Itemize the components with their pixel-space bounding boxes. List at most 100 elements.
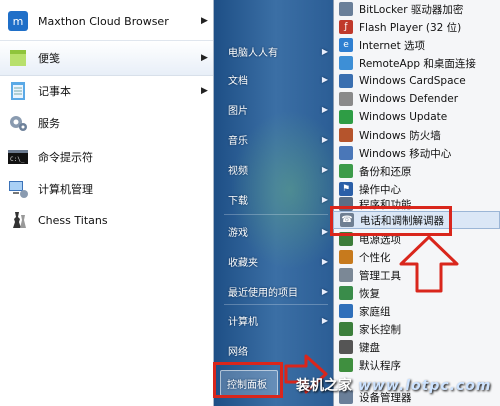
menu-item-control-panel[interactable]: 控制面板 xyxy=(220,370,278,396)
submenu-item-remoteapp[interactable]: RemoteApp 和桌面连接 xyxy=(333,54,500,72)
menu-label: 收藏夹 xyxy=(228,257,258,269)
recovery-icon xyxy=(339,286,353,300)
program-maxthon-cloud-browser[interactable]: m Maxthon Cloud Browser ▶ xyxy=(0,4,213,38)
submenu-item-keyboard[interactable]: 键盘 xyxy=(333,338,500,356)
submenu-item-backup-restore[interactable]: 备份和还原 xyxy=(333,162,500,180)
program-label: 记事本 xyxy=(38,85,71,98)
annotation-up-arrow-icon xyxy=(399,235,459,293)
command-prompt-icon: C:\_ xyxy=(6,145,30,169)
watermark-text: 装机之家 xyxy=(296,378,352,394)
submenu-item-mobility-center[interactable]: Windows 移动中心 xyxy=(333,144,500,162)
defender-icon xyxy=(339,92,353,106)
program-label: 计算机管理 xyxy=(38,183,93,196)
submenu-label: 电源选项 xyxy=(359,233,401,246)
menu-label: 音乐 xyxy=(228,135,248,147)
submenu-label: BitLocker 驱动器加密 xyxy=(359,3,464,16)
menu-label: 网络 xyxy=(228,346,248,358)
keyboard-icon xyxy=(339,340,353,354)
program-sticky-notes[interactable]: 便笺 ▶ xyxy=(0,40,213,76)
menu-divider xyxy=(224,214,328,215)
program-label: Chess Titans xyxy=(38,213,108,227)
submenu-label: 键盘 xyxy=(359,341,380,354)
submenu-item-windows-update[interactable]: Windows Update xyxy=(333,108,500,126)
menu-label: 图片 xyxy=(228,105,248,117)
bitlocker-icon xyxy=(339,2,353,16)
submenu-item-firewall[interactable]: Windows 防火墙 xyxy=(333,126,500,144)
submenu-label: 恢复 xyxy=(359,287,380,300)
program-services[interactable]: 服务 xyxy=(0,106,213,140)
menu-label: 控制面板 xyxy=(227,379,267,391)
sticky-notes-icon xyxy=(6,46,30,70)
chevron-right-icon: ▶ xyxy=(321,164,328,174)
chevron-right-icon: ▶ xyxy=(321,74,328,84)
menu-item-downloads[interactable]: 下载 ▶ xyxy=(214,186,332,212)
chevron-right-icon: ▶ xyxy=(321,256,328,266)
menu-item-favorites[interactable]: 收藏夹 ▶ xyxy=(214,248,332,274)
chevron-right-icon: ▶ xyxy=(321,226,328,236)
submenu-label: 备份和还原 xyxy=(359,165,412,178)
chess-icon xyxy=(6,208,30,232)
menu-divider xyxy=(224,304,328,305)
submenu-label: 家长控制 xyxy=(359,323,401,336)
submenu-item-homegroup[interactable]: 家庭组 xyxy=(333,302,500,320)
program-label: Maxthon Cloud Browser xyxy=(38,14,169,28)
submenu-label: 家庭组 xyxy=(359,305,391,318)
menu-item-games[interactable]: 游戏 ▶ xyxy=(214,218,332,244)
menu-item-pictures[interactable]: 图片 ▶ xyxy=(214,96,332,122)
menu-label: 计算机 xyxy=(228,316,258,328)
svg-text:m: m xyxy=(13,15,24,28)
menu-item-computer[interactable]: 计算机 ▶ xyxy=(214,307,332,333)
submenu-item-default-programs[interactable]: 默认程序 xyxy=(333,356,500,374)
maxthon-icon: m xyxy=(6,9,30,33)
flash-player-icon: ƒ xyxy=(339,20,353,34)
parental-controls-icon xyxy=(339,322,353,336)
submenu-item-bitlocker[interactable]: BitLocker 驱动器加密 xyxy=(333,0,500,18)
notepad-icon xyxy=(6,79,30,103)
chevron-right-icon: ▶ xyxy=(321,104,328,114)
programs-features-icon xyxy=(339,197,353,211)
program-label: 服务 xyxy=(38,117,60,130)
program-label: 命令提示符 xyxy=(38,151,93,164)
submenu-item-flash-player[interactable]: ƒ Flash Player (32 位) xyxy=(333,18,500,36)
submenu-item-cardspace[interactable]: Windows CardSpace xyxy=(333,72,500,90)
submenu-label: 管理工具 xyxy=(359,269,401,282)
program-chess-titans[interactable]: Chess Titans xyxy=(0,203,213,237)
backup-icon xyxy=(339,164,353,178)
homegroup-icon xyxy=(339,304,353,318)
admin-tools-icon xyxy=(339,268,353,282)
submenu-label: 默认程序 xyxy=(359,359,401,372)
remote-desktop-icon xyxy=(339,56,353,70)
menu-item-music[interactable]: 音乐 ▶ xyxy=(214,126,332,152)
chevron-right-icon: ▶ xyxy=(201,16,208,26)
menu-label: 下载 xyxy=(228,195,248,207)
menu-item-documents[interactable]: 文档 ▶ xyxy=(214,66,332,92)
chevron-right-icon: ▶ xyxy=(201,53,208,63)
submenu-item-phone-modem[interactable]: ☎ 电话和调制解调器 xyxy=(333,211,500,229)
computer-management-icon xyxy=(6,177,30,201)
submenu-item-defender[interactable]: Windows Defender xyxy=(333,90,500,108)
svg-text:C:\_: C:\_ xyxy=(10,156,25,163)
menu-item-recent-items[interactable]: 最近使用的项目 ▶ xyxy=(214,278,332,304)
watermark: 装机之家 www.lotpc.com xyxy=(296,375,491,395)
chevron-right-icon: ▶ xyxy=(321,194,328,204)
menu-item-user-folder[interactable]: 电脑人人有 ▶ xyxy=(214,38,332,64)
submenu-label: Windows Defender xyxy=(359,93,459,105)
menu-label: 文档 xyxy=(228,75,248,87)
action-center-flag-icon: ⚑ xyxy=(339,182,353,196)
submenu-label: RemoteApp 和桌面连接 xyxy=(359,57,476,70)
submenu-item-internet-options[interactable]: e Internet 选项 xyxy=(333,36,500,54)
submenu-label: Windows Update xyxy=(359,111,448,123)
chevron-right-icon: ▶ xyxy=(321,46,328,56)
submenu-item-parental-controls[interactable]: 家长控制 xyxy=(333,320,500,338)
program-label: 便笺 xyxy=(38,52,60,65)
program-notepad[interactable]: 记事本 ▶ xyxy=(0,74,213,108)
chevron-right-icon: ▶ xyxy=(321,315,328,325)
power-options-icon xyxy=(339,232,353,246)
chevron-right-icon: ▶ xyxy=(321,134,328,144)
program-command-prompt[interactable]: C:\_ 命令提示符 xyxy=(0,140,213,174)
menu-label: 最近使用的项目 xyxy=(228,287,298,299)
submenu-label: Internet 选项 xyxy=(359,39,426,52)
program-computer-management[interactable]: 计算机管理 xyxy=(0,172,213,206)
menu-item-videos[interactable]: 视频 ▶ xyxy=(214,156,332,182)
cardspace-icon xyxy=(339,74,353,88)
